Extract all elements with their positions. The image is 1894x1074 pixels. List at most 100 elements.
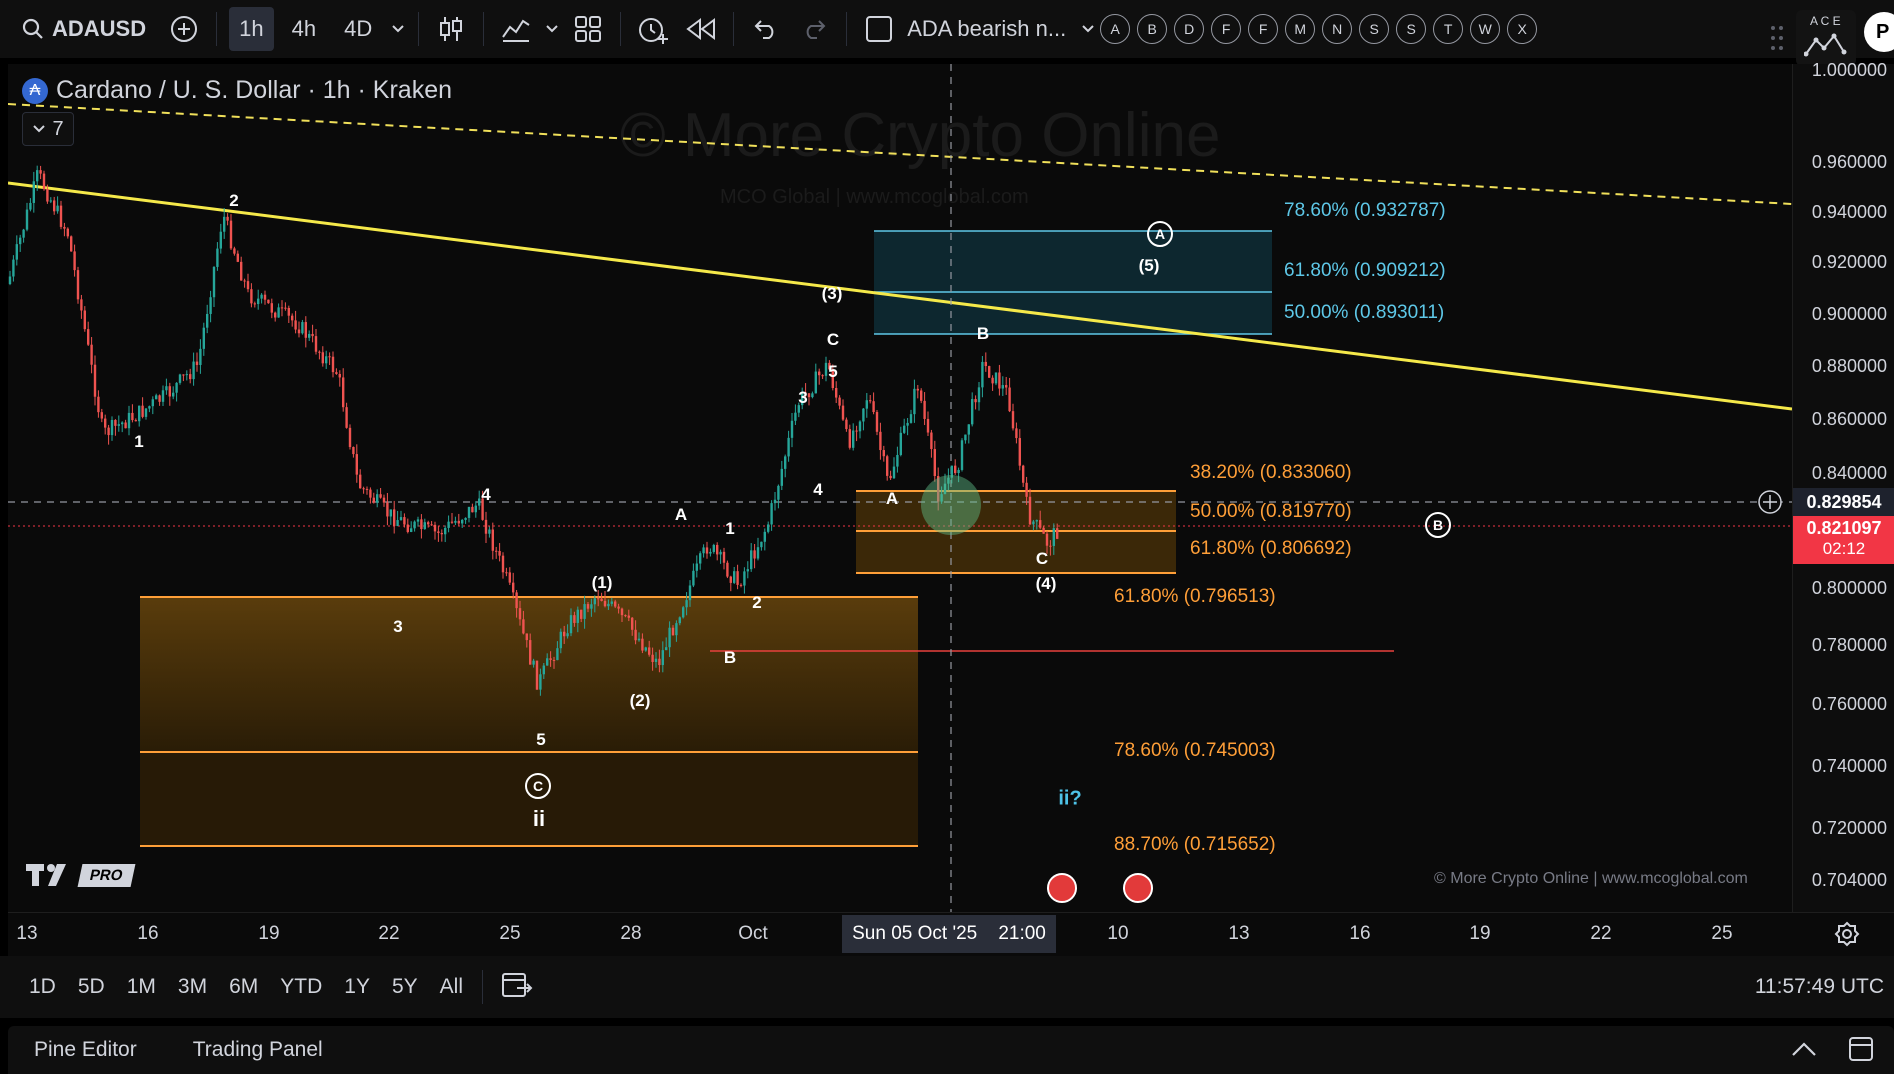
chart-settings-button[interactable] [1834,921,1860,952]
candle-body [229,220,233,249]
wave-label: (2) [629,691,651,710]
candle-body [39,170,42,174]
watchlist-flag-a[interactable]: A [1100,14,1131,44]
tradingview-logo[interactable]: PRO [26,862,135,888]
price-scale[interactable]: 1.000000 0.960000 0.940000 0.920000 0.90… [1792,60,1894,912]
candle-body [508,572,511,583]
candle-body [148,406,151,409]
time-tick: 16 [1349,923,1371,944]
alert-button[interactable] [633,7,673,51]
us-flag-icon [1047,873,1077,903]
candle-body [100,412,103,419]
candle-body [994,372,998,384]
candle-body [488,529,491,534]
watchlist-flag-t[interactable]: T [1433,14,1464,44]
cursor-highlight [921,475,981,535]
candle-body [206,313,209,328]
tab-pine-editor[interactable]: Pine Editor [34,1038,137,1062]
yellow-trendline [8,181,1792,411]
watchlist-flag-w[interactable]: W [1470,14,1501,44]
maximize-panel-button[interactable] [1848,1036,1874,1067]
candle-body [491,529,494,551]
templates-button[interactable] [568,7,608,51]
candle-body [862,408,865,422]
range-5y[interactable]: 5Y [381,975,429,999]
candle-body [916,388,919,391]
chart-type-button[interactable] [431,7,471,51]
watchlist-flag-d[interactable]: D [1174,14,1205,44]
range-1d[interactable]: 1D [18,975,67,999]
candle-body [325,356,328,364]
timeframe-dropdown[interactable] [390,7,406,51]
candle-body [529,640,532,665]
wave-label: (3) [821,284,843,303]
watchlist-flag-n[interactable]: N [1322,14,1353,44]
layout-button[interactable]: ADA bearish n... [859,7,1072,51]
undo-button[interactable] [746,7,786,51]
compare-symbol-button[interactable] [164,7,204,51]
replay-button[interactable] [681,7,721,51]
timeframe-4d[interactable]: 4D [334,7,382,51]
candle-body [1049,545,1052,547]
watchlist-flag-m[interactable]: M [1285,14,1316,44]
fib-label-lower-7860: 78.60% (0.745003) [1114,740,1276,761]
layout-dropdown[interactable] [1080,7,1096,51]
candle-body [865,400,868,409]
tab-trading-panel[interactable]: Trading Panel [193,1038,323,1062]
candle-body [1015,428,1018,439]
collapse-panel-button[interactable] [1790,1040,1818,1063]
range-5d[interactable]: 5D [67,975,116,999]
candle-body [722,551,726,563]
redo-icon [806,20,826,39]
elliott-wave-tool-button[interactable]: A C E [1796,10,1856,66]
range-ytd[interactable]: YTD [269,975,333,999]
candle-body [253,303,256,305]
redo-button[interactable] [794,7,834,51]
range-1y[interactable]: 1Y [333,975,381,999]
time-tick: 22 [378,923,400,944]
candle-body [338,373,341,378]
candle-body [818,371,821,376]
timeframe-1h[interactable]: 1h [229,7,274,51]
range-6m[interactable]: 6M [218,975,269,999]
candle-body [593,598,596,605]
candle-body [440,532,443,535]
candle-body [362,488,365,490]
symbol-name: ADAUSD [52,16,147,41]
go-to-date-button[interactable] [501,970,533,1005]
candle-body [926,418,930,433]
symbol-search[interactable]: ADAUSD [4,7,156,51]
candle-body [236,253,239,262]
candle-body [178,374,182,383]
candle-body [1018,438,1021,466]
indicators-button[interactable] [496,7,536,51]
toolbar-divider [482,970,483,1004]
candle-body [107,427,110,436]
timeframe-4h[interactable]: 4h [282,7,326,51]
candle-body [80,299,83,311]
candle-body [1011,411,1015,429]
candle-body [559,631,562,649]
range-all[interactable]: All [429,975,474,999]
time-axis[interactable]: 13 16 19 22 25 28 Oct Sun 05 Oct '25 21:… [8,912,1894,957]
wave-label-ii: ii [532,806,546,831]
watchlist-flag-b[interactable]: B [1137,14,1168,44]
range-1m[interactable]: 1M [116,975,167,999]
watchlist-flag-x[interactable]: X [1507,14,1538,44]
candles-icon [440,17,463,41]
chart-canvas[interactable]: © More Crypto Online MCO Global | www.mc… [8,64,1792,912]
candle-body [294,320,297,330]
candle-body [352,446,355,455]
indicators-dropdown[interactable] [544,7,560,51]
wave-label: 2 [229,191,239,210]
watchlist-flag-s1[interactable]: S [1359,14,1390,44]
price-tick: 0.780000 [1811,635,1887,655]
drag-handle-icon[interactable] [1770,24,1784,52]
utc-clock[interactable]: 11:57:49 UTC [1755,975,1884,999]
chart-legend[interactable]: ₳ Cardano / U. S. Dollar · 1h · Kraken [22,76,452,105]
range-3m[interactable]: 3M [167,975,218,999]
watchlist-flag-f1[interactable]: F [1211,14,1242,44]
watchlist-flag-s2[interactable]: S [1396,14,1427,44]
legend-collapse-button[interactable]: 7 [22,112,74,146]
watchlist-flag-f2[interactable]: F [1248,14,1279,44]
